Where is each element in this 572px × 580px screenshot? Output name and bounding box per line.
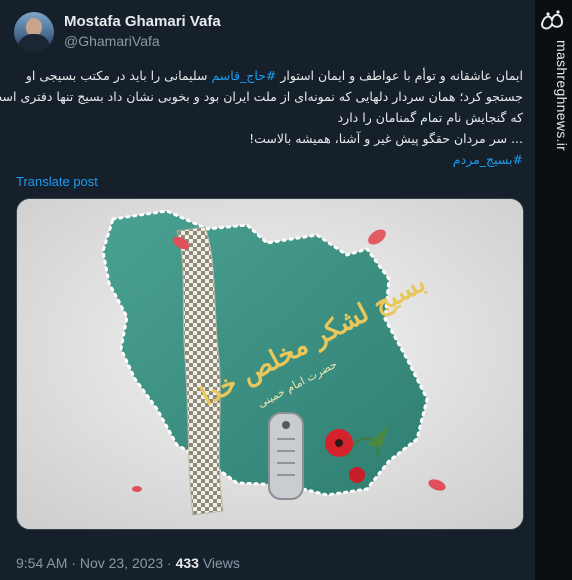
avatar[interactable] — [14, 12, 54, 52]
author-name[interactable]: Mostafa Ghamari Vafa — [64, 13, 221, 30]
tweet-text: ایمان عاشقانه و توأم با عواطف و ایمان اس… — [0, 65, 523, 170]
tweet-meta: 9:54 AM · Nov 23, 2023 · 433 Views — [16, 555, 240, 571]
avatar-body — [18, 34, 50, 52]
rose-petal — [132, 486, 142, 492]
tweet-line-2: جستجو کرد؛ همان سردار دلهایی که نمونه‌ای… — [0, 89, 523, 104]
mashregh-logo — [540, 10, 564, 30]
tweet-image[interactable]: بسیج لشکر مخلص خدا حضرت امام خمینی — [16, 198, 524, 530]
views-label: Views — [202, 555, 240, 571]
tweet: Mostafa Ghamari Vafa @GhamariVafa ایمان … — [0, 0, 535, 580]
tweet-line-1-start: ایمان عاشقانه و توأم با عواطف و ایمان اس… — [276, 68, 523, 83]
tweet-image-graphic: بسیج لشکر مخلص خدا حضرت امام خمینی — [17, 199, 523, 529]
tweet-line-1: ایمان عاشقانه و توأم با عواطف و ایمان اس… — [13, 65, 523, 86]
dog-tag — [268, 412, 304, 500]
hashtag-haj-qasem[interactable]: #حاج_قاسم — [211, 68, 276, 83]
tweet-line-4: ... سر مردان حقگو پیش غیر و آشنا، همیشه … — [249, 131, 523, 146]
views-count: 433 — [175, 555, 199, 571]
watermark-url: mashreghnews.ir — [554, 40, 570, 152]
watermark-sidebar: mashreghnews.ir — [535, 0, 572, 580]
meta-separator: · — [167, 555, 172, 571]
meta-separator: · — [71, 555, 76, 571]
tweet-time[interactable]: 9:54 AM — [16, 555, 67, 571]
translate-post-link[interactable]: Translate post — [16, 174, 98, 189]
tweet-date[interactable]: Nov 23, 2023 — [80, 555, 163, 571]
hashtag-basij-mardom[interactable]: #بسیج_مردم — [13, 149, 523, 170]
tweet-line-1-end: سلیمانی را باید در مکتب بسیجی او — [25, 68, 212, 83]
author-handle[interactable]: @GhamariVafa — [64, 33, 160, 49]
tweet-line-3: که گنجایش نام تمام گمنامان را دارد — [337, 110, 523, 125]
